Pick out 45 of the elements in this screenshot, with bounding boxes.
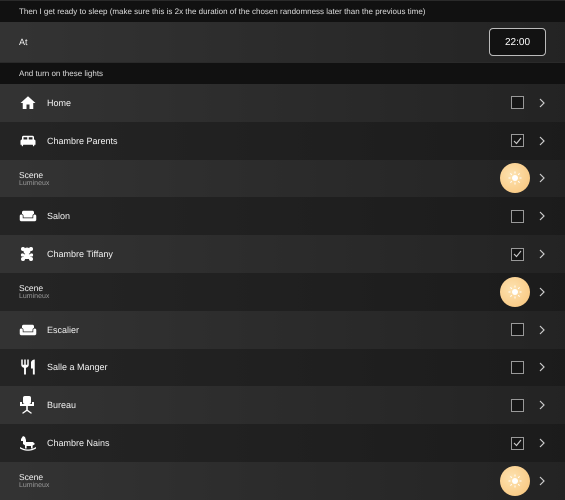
- scene-label: Scene: [19, 472, 44, 482]
- room-name: Chambre Tiffany: [47, 249, 113, 260]
- checkbox[interactable]: [511, 134, 524, 148]
- checkbox[interactable]: [511, 360, 524, 374]
- room-name: Chambre Parents: [47, 136, 118, 146]
- chevron-icon[interactable]: [538, 362, 546, 372]
- room-name: Salon: [47, 211, 70, 222]
- room-name: Bureau: [47, 400, 76, 410]
- checkbox[interactable]: [511, 436, 524, 450]
- chevron-icon[interactable]: [538, 286, 546, 297]
- chevron-icon[interactable]: [538, 173, 546, 184]
- room-name: Salle a Manger: [47, 362, 108, 372]
- brightness-button[interactable]: [500, 163, 530, 194]
- room-name: Escalier: [47, 324, 80, 335]
- chevron-icon[interactable]: [538, 324, 546, 335]
- house-icon: [19, 94, 37, 112]
- rocking-horse-icon: [19, 435, 37, 452]
- chevron-icon[interactable]: [538, 249, 546, 260]
- checkbox[interactable]: [511, 323, 524, 336]
- room-name: Chambre Nains: [47, 438, 110, 448]
- instruction-text: Then I get ready to sleep (make sure this is 2x the duration of the chosen randomness later than the previous time): [19, 7, 426, 16]
- fork-knife-icon: [19, 358, 37, 376]
- chevron-icon[interactable]: [538, 438, 546, 448]
- chevron-icon[interactable]: [538, 98, 546, 108]
- section-header: And turn on these lights: [19, 69, 104, 78]
- time-label: At: [19, 37, 29, 47]
- checkbox[interactable]: [511, 96, 524, 110]
- room-name: Home: [47, 98, 72, 108]
- sun-icon: [508, 171, 522, 186]
- scene-label: Scene: [19, 283, 44, 294]
- office-chair-icon: [19, 396, 35, 414]
- sun-icon: [508, 474, 522, 488]
- teddy-bear-icon: [19, 246, 35, 262]
- brightness-button[interactable]: [500, 466, 530, 496]
- chevron-icon[interactable]: [538, 136, 546, 146]
- chevron-icon[interactable]: [538, 211, 546, 222]
- time-button[interactable]: 22:00: [489, 28, 546, 56]
- chevron-icon[interactable]: [538, 400, 546, 410]
- checkbox[interactable]: [511, 210, 524, 223]
- brightness-button[interactable]: [500, 276, 530, 307]
- sun-icon: [508, 284, 522, 299]
- scene-label: Scene: [19, 170, 44, 180]
- chevron-icon[interactable]: [538, 476, 546, 486]
- checkbox[interactable]: [511, 398, 524, 412]
- checkbox[interactable]: [511, 248, 524, 261]
